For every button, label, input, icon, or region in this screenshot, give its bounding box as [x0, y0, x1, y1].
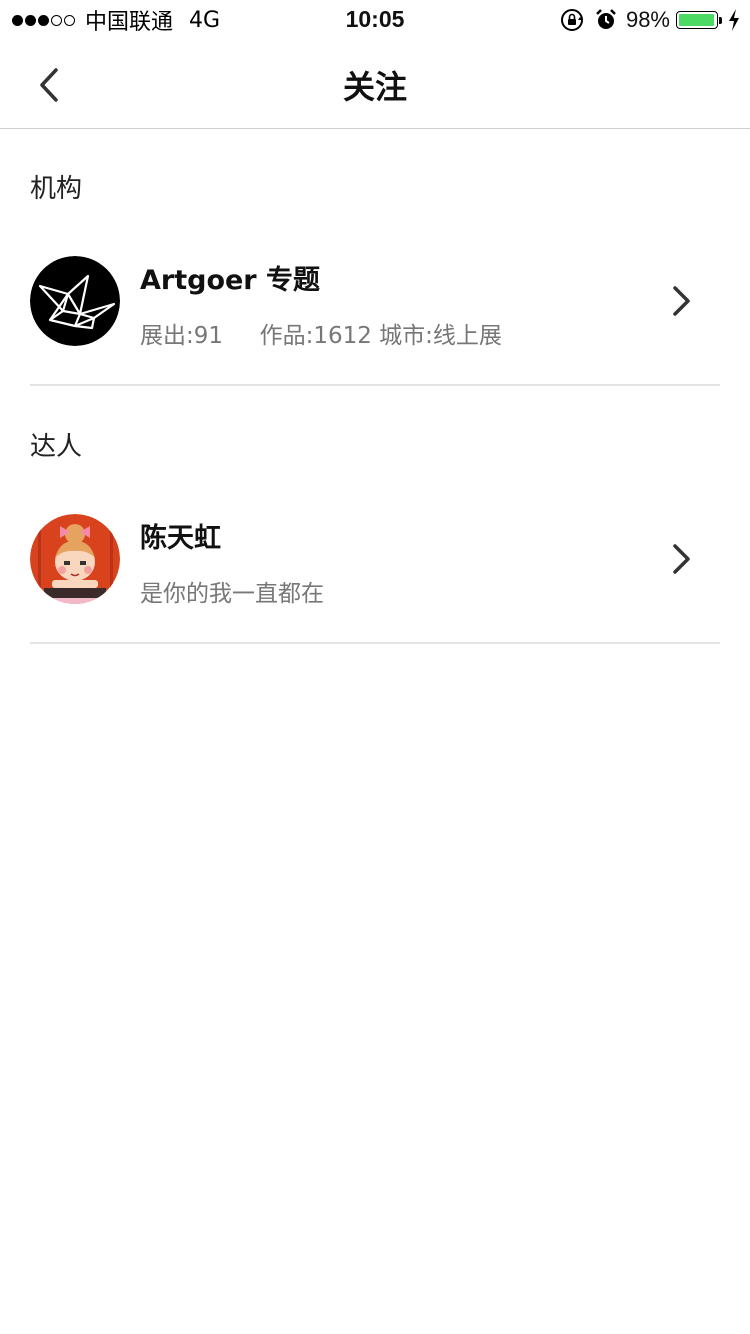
battery-icon: [676, 11, 718, 29]
chevron-right-icon: [673, 544, 690, 574]
divider: [30, 642, 720, 644]
section-title-institutions: 机构: [30, 174, 83, 204]
cartoon-girl-avatar: [30, 514, 120, 604]
chevron-right-icon: [673, 286, 690, 316]
item-name: 陈天虹: [140, 523, 221, 554]
paper-crane-logo: [30, 256, 120, 346]
charging-bolt-icon: [728, 9, 740, 31]
item-subtitle: 是你的我一直都在: [140, 581, 324, 607]
section-title-experts: 达人: [30, 432, 83, 462]
list-item-artgoer[interactable]: Artgoer 专题 展出:91 作品:1612 城市:线上展: [0, 256, 750, 386]
page-title: 关注: [342, 68, 407, 106]
avatar: [30, 256, 120, 346]
item-name: Artgoer 专题: [140, 265, 321, 296]
alarm-icon: [594, 8, 618, 32]
status-bar: 中国联通 4G 10:05 98%: [0, 0, 750, 40]
nav-bar: 关注: [0, 40, 750, 129]
divider: [30, 384, 720, 386]
orientation-lock-icon: [560, 8, 584, 32]
battery-percent: 98%: [625, 7, 670, 32]
battery-level-fill: [679, 14, 715, 26]
status-bar-right: 98%: [560, 6, 740, 34]
battery-tip: [719, 16, 722, 24]
avatar: [30, 514, 120, 604]
item-subtitle: 展出:91 作品:1612 城市:线上展: [140, 323, 502, 349]
list-item-chen-tianhong[interactable]: 陈天虹 是你的我一直都在: [0, 514, 750, 644]
